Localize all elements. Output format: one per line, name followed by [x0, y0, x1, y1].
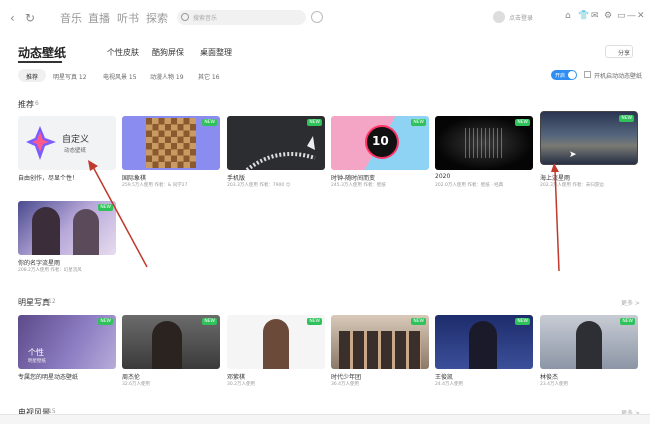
annotation-arrow-left	[91, 164, 148, 268]
bottom-bar	[0, 414, 650, 424]
annotation-arrowhead-left	[88, 160, 98, 171]
annotation-arrow-right	[554, 169, 560, 272]
annotation-arrowhead-right	[551, 163, 559, 172]
annotation-arrows	[88, 160, 560, 272]
